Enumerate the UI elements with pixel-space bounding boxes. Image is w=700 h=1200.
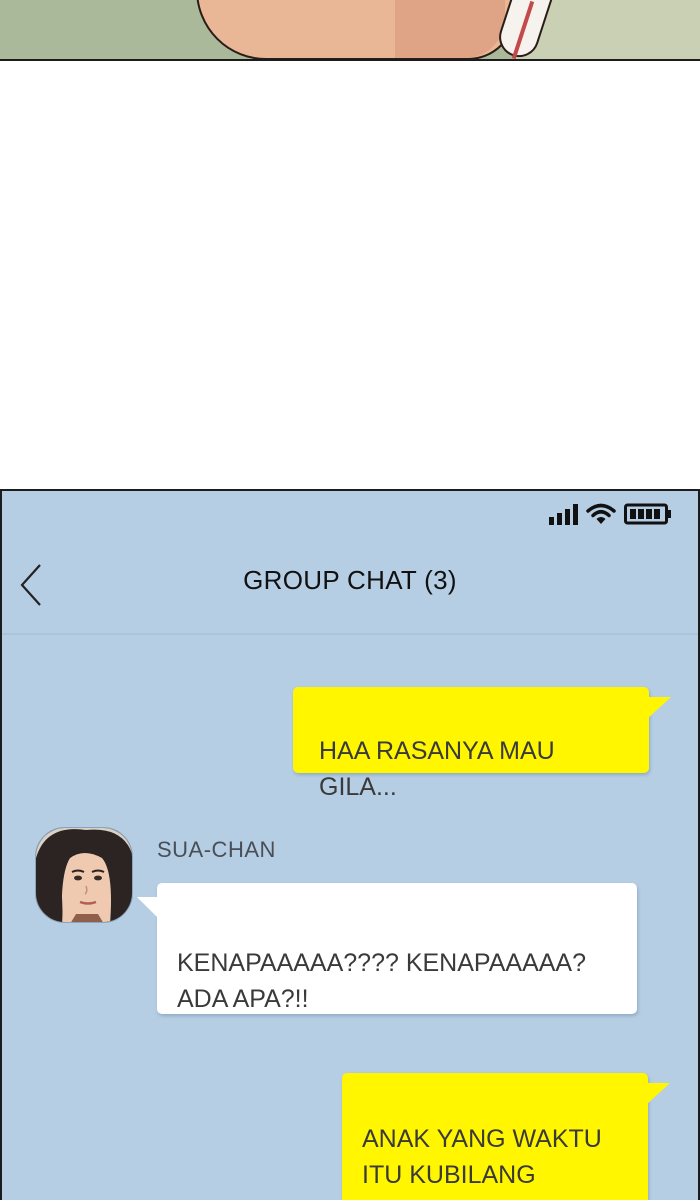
message-text: HAA RASANYA MAU GILA... [319, 737, 555, 801]
outgoing-message-bubble: ANAK YANG WAKTU ITU KUBILANG MENIRU AKU.… [342, 1073, 670, 1200]
outgoing-message-bubble: HAA RASANYA MAU GILA... [293, 687, 671, 801]
chat-header: GROUP CHAT (3) [2, 543, 698, 635]
skin-shadow [395, 0, 505, 58]
wifi-icon [586, 502, 616, 526]
comic-panel-illustration [0, 0, 700, 61]
battery-icon [624, 502, 672, 526]
webtoon-page: GROUP CHAT (3) HAA RASANYA MAU GILA... S… [0, 0, 700, 1200]
bubble-tail [647, 697, 671, 719]
sender-name: SUA-CHAN [157, 837, 276, 862]
cellular-signal-icon [549, 503, 578, 525]
incoming-message-bubble: KENAPAAAAA???? KENAPAAAAA? ADA APA?!! [137, 883, 637, 1014]
message-text: KENAPAAAAA???? KENAPAAAAA? ADA APA?!! [177, 949, 587, 1013]
user-avatar[interactable] [35, 827, 133, 923]
message-text: ANAK YANG WAKTU ITU KUBILANG MENIRU AKU.… [362, 1125, 602, 1200]
chat-title: GROUP CHAT (3) [243, 565, 457, 595]
phone-chat-screen: GROUP CHAT (3) HAA RASANYA MAU GILA... S… [0, 489, 700, 1200]
bubble-tail [137, 897, 159, 919]
status-bar [549, 501, 672, 527]
bubble-tail [646, 1083, 670, 1105]
